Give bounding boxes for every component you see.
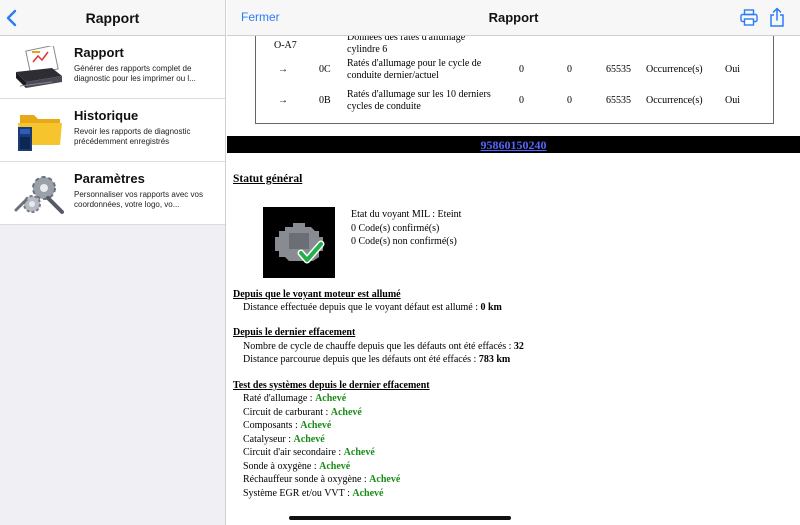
sidebar-item-desc: Personnaliser vos rapports avec vos coor… xyxy=(74,190,203,209)
report-title: Rapport xyxy=(488,10,539,25)
since-mil-title: Depuis que le voyant moteur est allumé xyxy=(233,289,401,300)
since-mil-distance: Distance effectuée depuis que le voyant … xyxy=(243,302,502,314)
since-clear-distance: Distance parcourue depuis que les défaut… xyxy=(243,354,510,366)
test-item: Système EGR et/ou VVT : Achevé xyxy=(243,488,383,500)
sidebar-item-parametres[interactable]: Paramètres Personnaliser vos rapports av… xyxy=(0,162,225,225)
row-arrow: → xyxy=(278,64,288,75)
distance-label: Distance effectuée depuis que le voyant … xyxy=(243,302,481,313)
row-unit: Occurrence(s) xyxy=(646,95,703,106)
engine-light-image xyxy=(263,207,335,278)
sidebar-title: Rapport xyxy=(85,9,140,26)
row-status: Oui xyxy=(725,64,740,75)
gears-icon xyxy=(14,176,64,214)
test-status: Achevé xyxy=(343,447,375,458)
mil-info: Etat du voyant MIL : Eteint 0 Code(s) co… xyxy=(351,208,461,249)
folder-sdcard-icon xyxy=(18,115,62,151)
test-item: Circuit d'air secondaire : Achevé xyxy=(243,447,375,459)
vin-link[interactable]: 95860150240 xyxy=(481,138,547,152)
test-item: Circuit de carburant : Achevé xyxy=(243,407,362,419)
sidebar-item-rapport[interactable]: Rapport Générer des rapports complet de … xyxy=(0,36,225,99)
sidebar-item-label: Paramètres xyxy=(74,171,145,186)
row-unit: Occurrence(s) xyxy=(646,64,703,75)
test-label: Système EGR et/ou VVT : xyxy=(243,487,353,499)
row-value-max: 65535 xyxy=(606,64,631,75)
test-label: Composants : xyxy=(243,420,301,431)
vin-bar: 95860150240 xyxy=(227,136,800,153)
distance-label: Distance parcourue depuis que les défaut… xyxy=(243,354,479,365)
distance-value: 0 km xyxy=(480,302,502,313)
test-label: Sonde à oxygène : xyxy=(243,460,320,472)
test-status: Achevé xyxy=(330,406,362,418)
cycles-label: Nombre de cycle de chauffe depuis que le… xyxy=(243,341,514,352)
row-arrow: → xyxy=(278,95,288,106)
row-value-max: 65535 xyxy=(606,95,631,106)
row-code: 0C xyxy=(319,64,331,75)
test-label: Réchauffeur sonde à oxygène : xyxy=(243,474,370,485)
codes-table: O-A7 Données des ratés d'allumage cylind… xyxy=(255,36,774,124)
test-label: Raté d'allumage : xyxy=(243,393,316,404)
sidebar: Rapport Rapport Générer des rapports com… xyxy=(0,0,226,525)
test-label: Circuit d'air secondaire : xyxy=(243,447,344,458)
row-code: O-A7 xyxy=(274,40,297,51)
sidebar-header: Rapport xyxy=(0,0,225,36)
test-item: Catalyseur : Achevé xyxy=(243,434,325,446)
sidebar-item-historique[interactable]: Historique Revoir les rapports de diagno… xyxy=(0,99,225,162)
test-item: Sonde à oxygène : Achevé xyxy=(243,461,350,473)
test-status: Achevé xyxy=(352,487,384,499)
tests-title: Test des systèmes depuis le dernier effa… xyxy=(233,380,430,391)
sidebar-item-desc: Revoir les rapports de diagnostic précéd… xyxy=(74,127,191,146)
confirmed-codes: 0 Code(s) confirmé(s) xyxy=(351,222,440,234)
print-icon[interactable] xyxy=(740,9,758,26)
distance-value: 783 km xyxy=(478,354,511,365)
unconfirmed-codes: 0 Code(s) non confirmé(s) xyxy=(351,236,457,247)
back-chevron-icon[interactable] xyxy=(5,9,19,27)
report-header: Fermer Rapport xyxy=(227,0,800,36)
row-desc: Ratés d'allumage sur les 10 derniers cyc… xyxy=(347,89,491,112)
test-item: Raté d'allumage : Achevé xyxy=(243,393,346,405)
row-value-min: 0 xyxy=(519,95,524,106)
row-value: 0 xyxy=(567,95,572,106)
close-button[interactable]: Fermer xyxy=(241,10,280,24)
test-status: Achevé xyxy=(293,433,325,445)
row-code: 0B xyxy=(319,95,331,106)
since-clear-cycles: Nombre de cycle de chauffe depuis que le… xyxy=(243,341,524,353)
row-status: Oui xyxy=(725,95,740,106)
home-indicator[interactable] xyxy=(289,516,511,520)
engine-check-icon xyxy=(275,223,325,264)
sidebar-item-label: Rapport xyxy=(74,45,124,60)
report-printer-icon xyxy=(16,46,62,88)
test-status: Achevé xyxy=(300,420,332,431)
test-label: Catalyseur : xyxy=(243,433,294,445)
cycles-value: 32 xyxy=(513,341,524,352)
row-desc: Données des ratés d'allumage cylindre 6 xyxy=(347,36,466,55)
report-pane: Fermer Rapport O-A7 Données des ratés d'… xyxy=(227,0,800,525)
test-item: Composants : Achevé xyxy=(243,420,331,432)
test-status: Achevé xyxy=(315,393,347,404)
test-status: Achevé xyxy=(369,474,401,485)
test-item: Réchauffeur sonde à oxygène : Achevé xyxy=(243,474,400,486)
share-icon[interactable] xyxy=(769,7,785,27)
report-content[interactable]: O-A7 Données des ratés d'allumage cylind… xyxy=(227,36,800,525)
sidebar-menu: Rapport Générer des rapports complet de … xyxy=(0,36,225,225)
sidebar-item-desc: Générer des rapports complet de diagnost… xyxy=(74,64,196,83)
status-title: Statut général xyxy=(233,173,303,185)
mil-status: Etat du voyant MIL : Eteint xyxy=(351,209,462,220)
row-desc: Ratés d'allumage pour le cycle de condui… xyxy=(347,58,482,81)
test-label: Circuit de carburant : xyxy=(243,406,331,418)
test-status: Achevé xyxy=(319,460,351,472)
row-value-min: 0 xyxy=(519,64,524,75)
row-value: 0 xyxy=(567,64,572,75)
since-clear-title: Depuis le dernier effacement xyxy=(233,327,356,338)
sidebar-item-label: Historique xyxy=(74,108,139,123)
